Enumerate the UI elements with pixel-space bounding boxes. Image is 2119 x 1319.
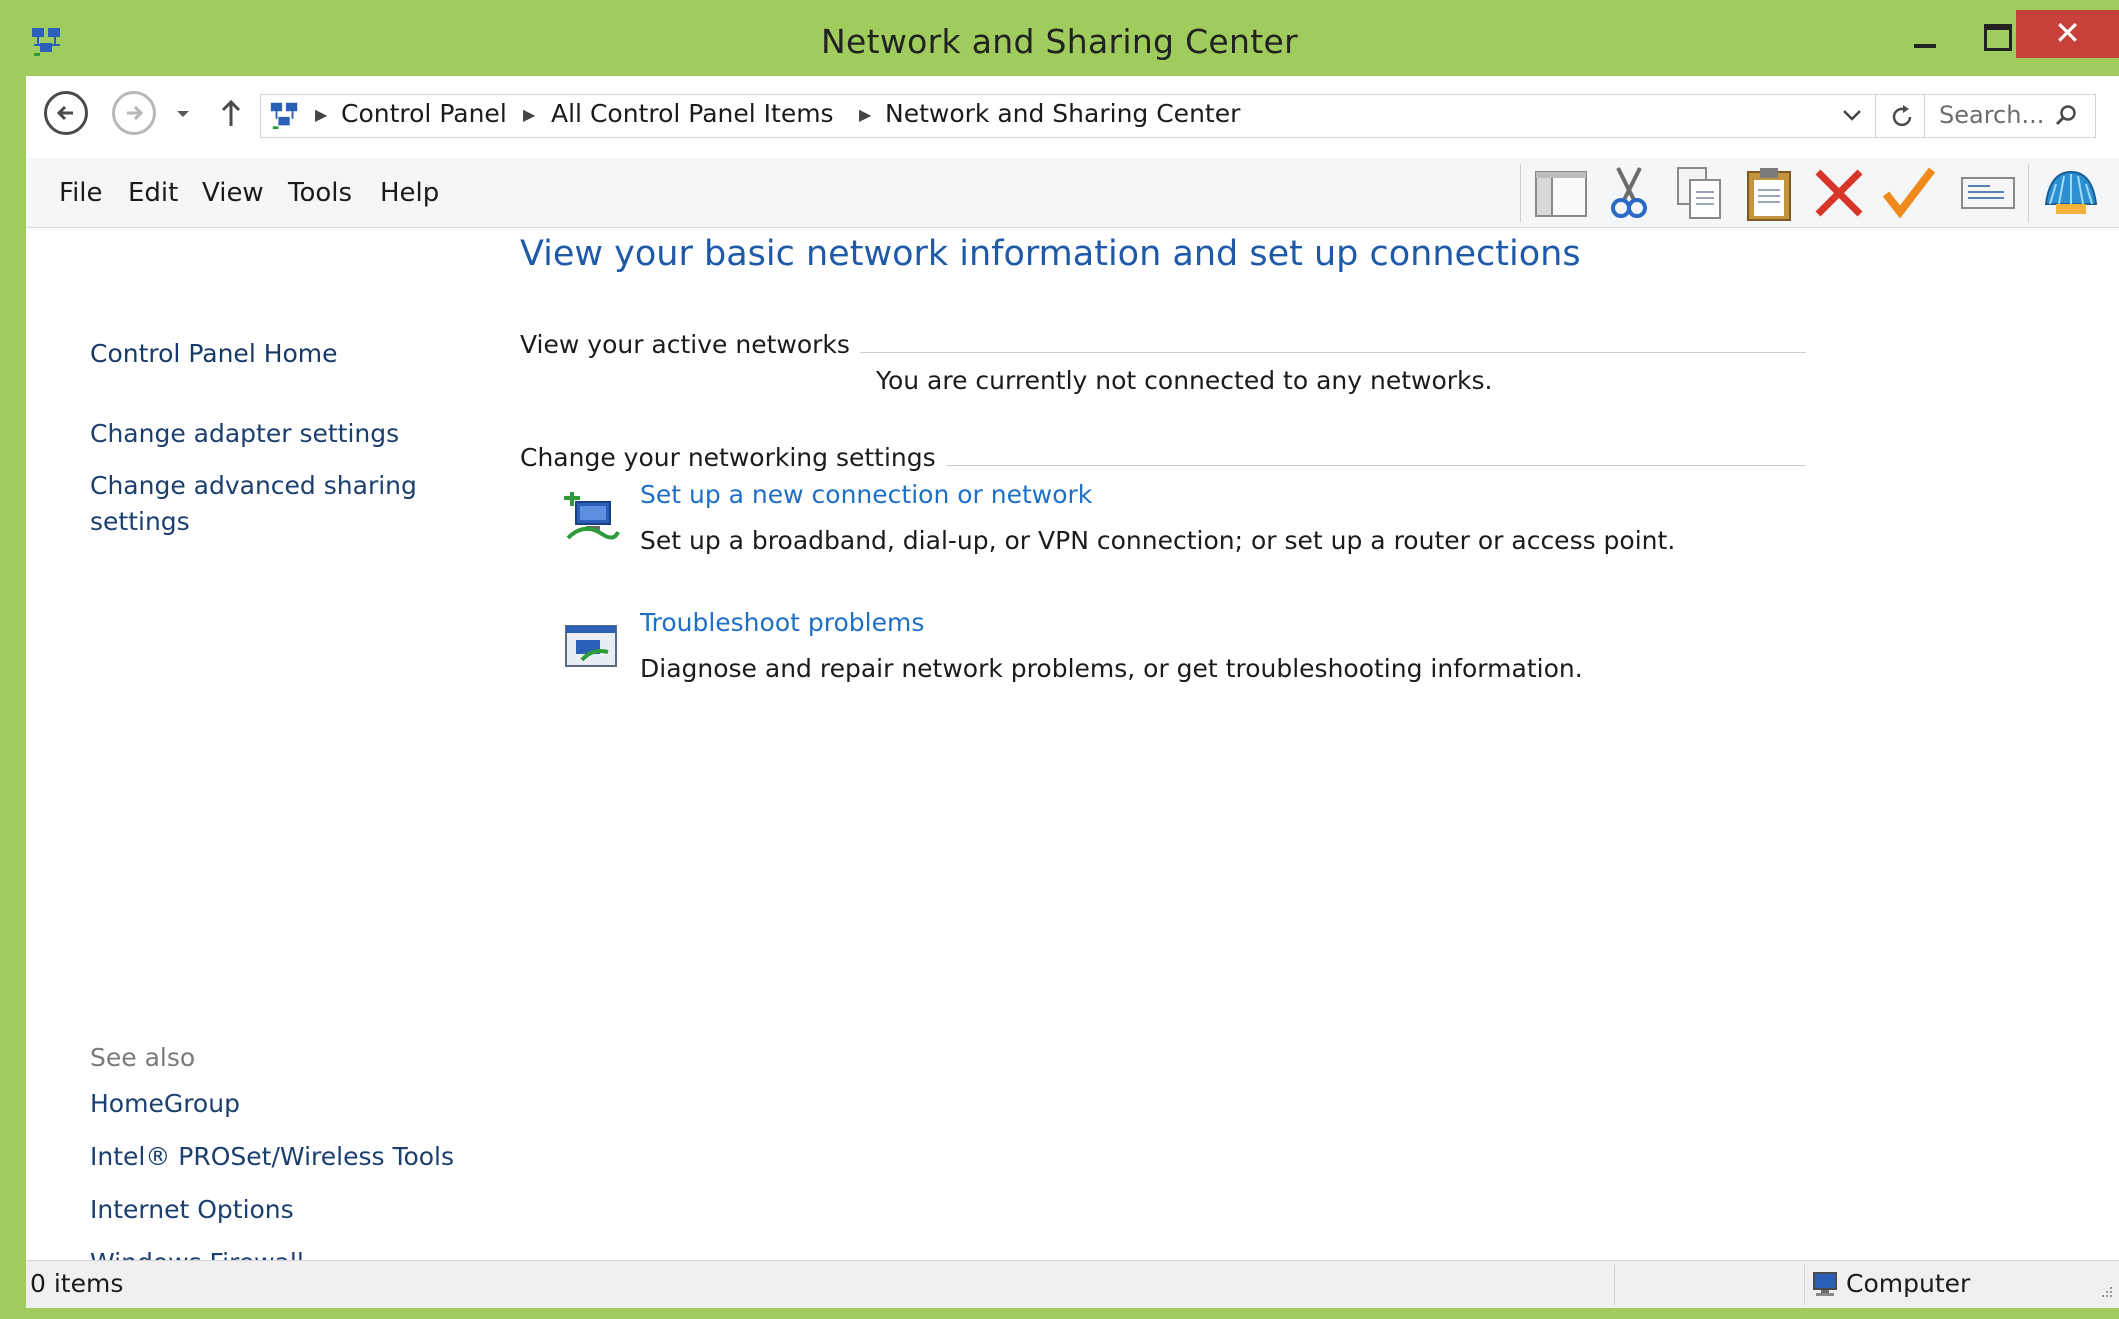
- troubleshoot-link[interactable]: Troubleshoot problems: [640, 608, 924, 637]
- computer-icon: [1813, 1272, 1837, 1296]
- back-arrow-icon: [56, 105, 73, 121]
- layout-pane-icon[interactable]: [1530, 164, 1588, 222]
- left-pane: Control Panel Home Change adapter settin…: [26, 228, 506, 1277]
- networking-settings-heading: Change your networking settings: [520, 443, 946, 472]
- toolbar-separator: [2028, 164, 2029, 222]
- navigation-bar: ▶ Control Panel ▶ All Control Panel Item…: [26, 76, 2119, 158]
- active-networks-heading: View your active networks: [520, 330, 860, 359]
- search-input[interactable]: Search...: [1924, 94, 2096, 138]
- troubleshoot-icon: [562, 620, 620, 678]
- setup-connection-description: Set up a broadband, dial-up, or VPN conn…: [640, 526, 1676, 555]
- menu-help[interactable]: Help: [380, 178, 439, 208]
- back-button[interactable]: [44, 91, 88, 135]
- forward-arrow-icon: [127, 105, 144, 121]
- address-bar[interactable]: ▶ Control Panel ▶ All Control Panel Item…: [260, 94, 1926, 138]
- status-bar: 0 items Computer: [26, 1260, 2119, 1308]
- recent-locations-icon[interactable]: [176, 109, 190, 119]
- status-divider: [1614, 1265, 1615, 1305]
- window-border: [0, 1308, 2119, 1319]
- main-content: View your basic network information and …: [506, 228, 2119, 1228]
- items-count: 0 items: [30, 1269, 124, 1298]
- search-icon[interactable]: [2053, 103, 2079, 129]
- control-panel-home-link[interactable]: Control Panel Home: [90, 336, 338, 372]
- properties-icon[interactable]: [1960, 164, 2018, 222]
- location-label: Computer: [1846, 1269, 1971, 1298]
- section-divider: [906, 465, 1806, 466]
- resize-grip-icon[interactable]: [2094, 1283, 2114, 1303]
- breadcrumb-network-sharing[interactable]: Network and Sharing Center: [885, 99, 1240, 128]
- close-icon: ✕: [2054, 14, 2081, 52]
- chevron-down-icon[interactable]: [1841, 105, 1863, 125]
- section-divider: [826, 352, 1806, 353]
- breadcrumb-arrow-icon[interactable]: ▶: [523, 105, 535, 124]
- breadcrumb-arrow-icon[interactable]: ▶: [859, 105, 871, 124]
- client-area: ▶ Control Panel ▶ All Control Panel Item…: [26, 76, 2119, 1308]
- menu-bar: File Edit View Tools Help: [26, 158, 2119, 228]
- breadcrumb-control-panel[interactable]: Control Panel: [341, 99, 507, 128]
- breadcrumb-arrow-icon[interactable]: ▶: [315, 105, 327, 124]
- change-advanced-sharing-link[interactable]: Change advanced sharing settings: [90, 468, 420, 540]
- internet-options-link[interactable]: Internet Options: [90, 1192, 294, 1228]
- paste-icon[interactable]: [1740, 164, 1798, 222]
- change-adapter-settings-link[interactable]: Change adapter settings: [90, 416, 399, 452]
- status-divider: [1804, 1265, 1805, 1305]
- active-networks-status: You are currently not connected to any n…: [876, 366, 1493, 395]
- menu-view[interactable]: View: [202, 178, 264, 208]
- homegroup-link[interactable]: HomeGroup: [90, 1086, 240, 1122]
- delete-icon[interactable]: [1810, 164, 1868, 222]
- copy-icon[interactable]: [1670, 164, 1728, 222]
- cut-icon[interactable]: [1600, 164, 1658, 222]
- refresh-button[interactable]: [1875, 95, 1926, 137]
- breadcrumb-all-items[interactable]: All Control Panel Items: [551, 99, 834, 128]
- menu-tools[interactable]: Tools: [288, 178, 352, 208]
- toolbar-separator: [1520, 164, 1521, 222]
- refresh-icon: [1892, 105, 1912, 127]
- see-also-label: See also: [90, 1043, 196, 1072]
- window: Network and Sharing Center ✕ ▶ Control P…: [0, 0, 2119, 1319]
- up-arrow-icon[interactable]: [219, 98, 243, 128]
- window-title: Network and Sharing Center: [821, 22, 1298, 61]
- shell-icon[interactable]: [2042, 164, 2100, 222]
- menu-edit[interactable]: Edit: [128, 178, 178, 208]
- menu-file[interactable]: File: [59, 178, 103, 208]
- setup-connection-link[interactable]: Set up a new connection or network: [640, 480, 1092, 509]
- page-title: View your basic network information and …: [520, 234, 1581, 274]
- minimize-button[interactable]: [1890, 10, 1960, 58]
- troubleshoot-description: Diagnose and repair network problems, or…: [640, 654, 1583, 683]
- checkmark-icon[interactable]: [1880, 164, 1938, 222]
- close-button[interactable]: ✕: [2016, 10, 2119, 58]
- new-connection-icon: [562, 492, 620, 550]
- title-bar[interactable]: Network and Sharing Center ✕: [0, 0, 2119, 76]
- search-placeholder: Search...: [1939, 101, 2045, 129]
- forward-button[interactable]: [112, 91, 156, 135]
- intel-proset-link[interactable]: Intel® PROSet/Wireless Tools: [90, 1139, 454, 1175]
- control-panel-icon: [270, 102, 298, 130]
